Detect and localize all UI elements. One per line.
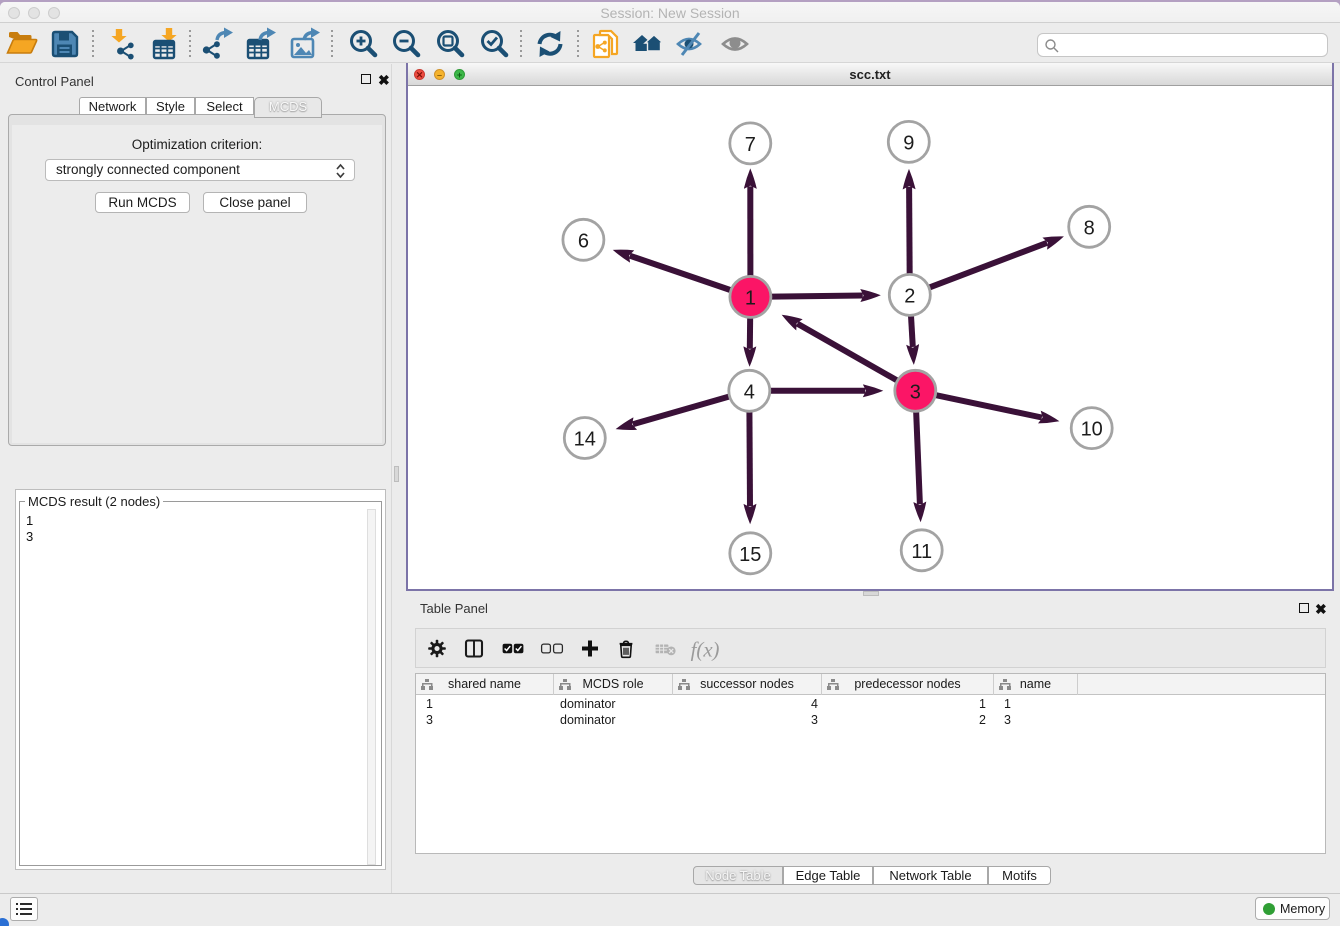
svg-text:7: 7	[745, 134, 756, 156]
svg-text:2: 2	[904, 285, 915, 307]
svg-text:11: 11	[911, 541, 932, 563]
svg-text:10: 10	[1081, 419, 1103, 441]
svg-text:1: 1	[745, 287, 756, 309]
svg-text:3: 3	[910, 381, 921, 403]
svg-text:6: 6	[578, 230, 589, 252]
svg-text:15: 15	[739, 544, 761, 566]
svg-text:4: 4	[744, 381, 755, 403]
svg-text:9: 9	[903, 132, 914, 154]
svg-text:8: 8	[1084, 217, 1095, 239]
svg-text:14: 14	[574, 429, 596, 451]
